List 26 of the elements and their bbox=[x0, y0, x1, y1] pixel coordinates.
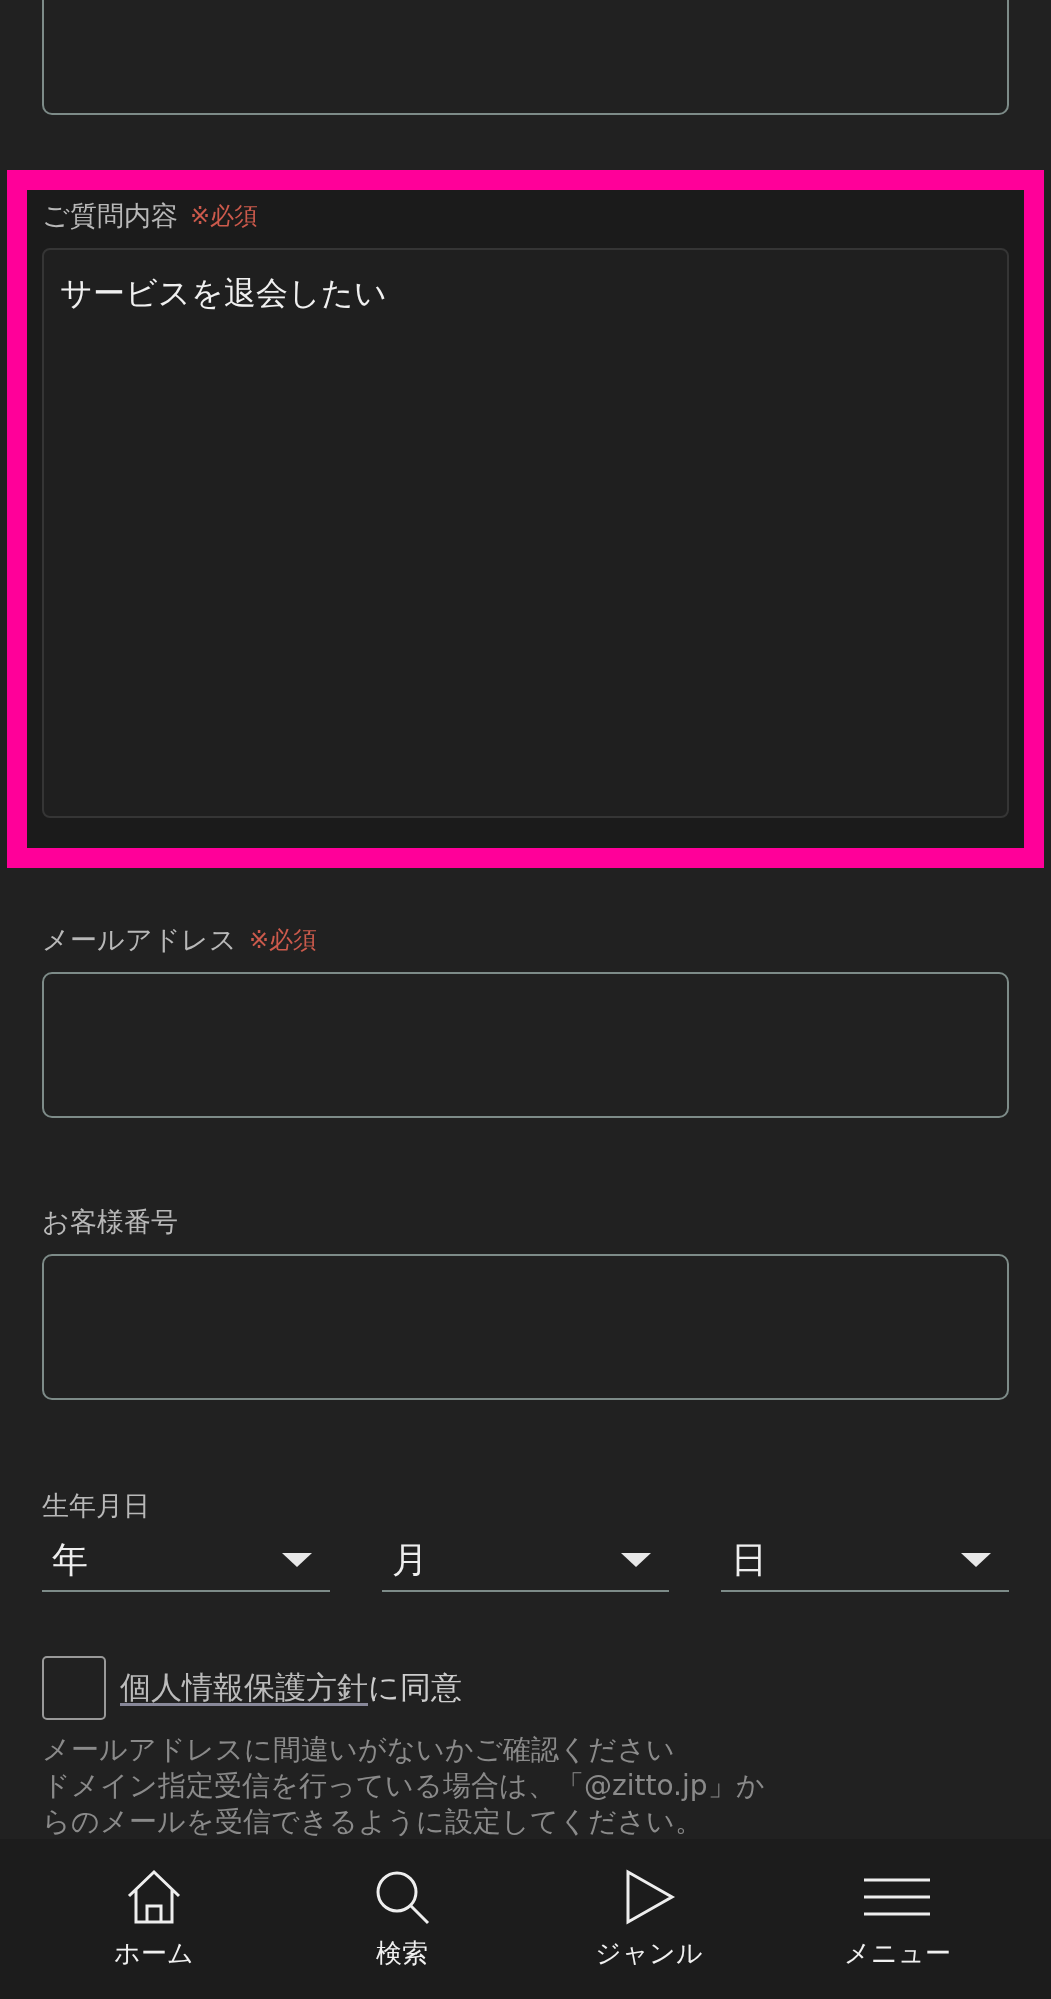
input-field[interactable] bbox=[42, 0, 1009, 115]
checkbox[interactable] bbox=[42, 1656, 106, 1720]
nav-item[interactable]: ホーム bbox=[53, 1867, 254, 1971]
input-field[interactable] bbox=[42, 972, 1009, 1118]
caret-icon bbox=[621, 1553, 652, 1567]
required-mark: ※必須 bbox=[190, 201, 259, 232]
field-label: 生年月日 bbox=[42, 1489, 150, 1523]
nav-item[interactable]: メニュー bbox=[797, 1867, 998, 1971]
notice-text: ドメイン指定受信を行っている場合は、「@zitto.jp」か bbox=[42, 1768, 766, 1804]
caret-icon bbox=[281, 1553, 312, 1567]
nav-item[interactable]: 検索 bbox=[301, 1867, 502, 1971]
nav-item[interactable]: ジャンル bbox=[549, 1867, 750, 1971]
policy-link[interactable]: 個人情報保護方針 bbox=[120, 1669, 368, 1705]
consent-text: に同意 bbox=[368, 1669, 462, 1705]
required-mark: ※必須 bbox=[249, 925, 318, 956]
notice-text: らのメールを受信できるように設定してください。 bbox=[42, 1804, 704, 1840]
field-label: メールアドレス bbox=[42, 923, 237, 957]
select-field[interactable]: 月 bbox=[381, 1530, 670, 1592]
caret-icon bbox=[961, 1553, 991, 1567]
field-label: お客様番号 bbox=[42, 1205, 178, 1239]
input-field[interactable] bbox=[42, 1254, 1009, 1400]
field-label: ご質問内容 bbox=[42, 199, 178, 233]
select-field[interactable]: 年 bbox=[42, 1530, 330, 1592]
question-field[interactable]: サービスを退会したい bbox=[42, 248, 1009, 818]
select-field[interactable]: 日 bbox=[721, 1530, 1009, 1592]
notice-text: メールアドレスに間違いがないかご確認ください bbox=[42, 1732, 676, 1768]
